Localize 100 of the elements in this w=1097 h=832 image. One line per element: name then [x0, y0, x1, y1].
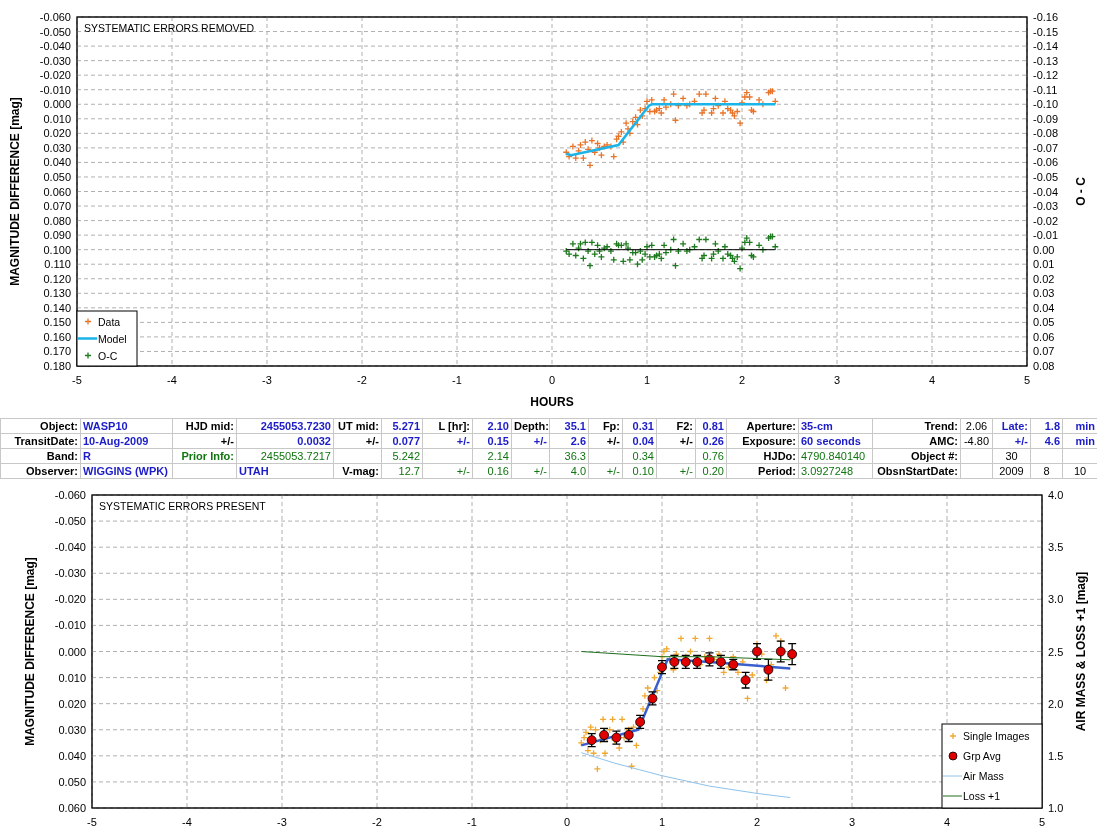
table-cell: WASP10	[80, 418, 173, 434]
axis-tick-label: 0.020	[43, 127, 71, 140]
axis-tick-label: -5	[72, 374, 82, 386]
chart-title: SYSTEMATIC ERRORS PRESENT	[99, 500, 266, 512]
table-cell: 0.15	[472, 433, 512, 449]
axis-tick-label: -0.020	[39, 69, 71, 82]
axis-tick-label: 5	[1038, 816, 1046, 828]
axis-tick-label: -0.06	[1033, 156, 1059, 169]
table-cell: +/-	[333, 433, 382, 449]
axis-tick-label: 1.0	[1048, 802, 1064, 814]
axis-tick-label: 0.050	[58, 775, 86, 788]
table-cell: 5.271	[381, 418, 423, 434]
table-cell: 0.20	[695, 463, 727, 479]
axis-tick-label: -0.08	[1033, 127, 1059, 140]
axis-tick-label: 0.00	[1033, 243, 1055, 256]
axis-tick-label: -1	[467, 816, 477, 828]
table-cell: ObsnStartDate:	[872, 463, 961, 479]
table-cell: +/-	[992, 433, 1031, 449]
axis-tick-label: -0.020	[54, 593, 86, 606]
table-cell: 0.34	[622, 448, 657, 464]
axis-tick-label: -0.02	[1033, 214, 1059, 227]
axis-tick-label: -0.030	[54, 567, 86, 580]
table-cell: 5.242	[381, 448, 423, 464]
axis-tick-label: -0.030	[39, 54, 71, 67]
table-cell: UTAH	[236, 463, 334, 479]
axis-tick-label: -0.15	[1033, 25, 1059, 38]
axis-tick-label: 3	[848, 816, 856, 828]
table-cell: 10-Aug-2009	[80, 433, 173, 449]
axis-tick-label: 0.000	[58, 645, 86, 658]
axis-tick-label: 0.110	[44, 258, 71, 271]
table-cell: 35-cm	[798, 418, 873, 434]
axis-tick-label: 0.01	[1033, 258, 1055, 271]
table-cell: 30	[992, 448, 1031, 464]
axis-tick-label: -0.050	[54, 515, 86, 528]
table-cell: AMC:	[872, 433, 961, 449]
table-cell: 0.81	[695, 418, 727, 434]
axis-tick-label: 1	[658, 816, 666, 828]
table-cell: 0.077	[381, 433, 423, 449]
axis-tick-label: -2	[372, 816, 382, 828]
axis-tick-label: 0.140	[43, 301, 71, 314]
table-cell: Aperture:	[726, 418, 799, 434]
table-cell: 1.8	[1030, 418, 1063, 434]
axis-tick-label: 3	[833, 374, 841, 386]
table-cell: 0.10	[622, 463, 657, 479]
table-cell: min	[1062, 418, 1097, 434]
axis-tick-label: -0.07	[1033, 141, 1059, 154]
table-cell: +/-	[656, 463, 696, 479]
axis-tick-label: 0.170	[43, 345, 71, 358]
axis-tick-label: 0.08	[1033, 360, 1055, 372]
table-cell: Observer:	[0, 463, 81, 479]
axis-tick-label: 1.5	[1048, 749, 1064, 762]
axis-tick-label: -0.04	[1033, 185, 1059, 198]
axis-tick-label: -0.03	[1033, 200, 1059, 213]
table-cell: Period:	[726, 463, 799, 479]
table-cell: Fp:	[588, 418, 623, 434]
axis-tick-label: 0.07	[1033, 345, 1055, 358]
table-cell: Exposure:	[726, 433, 799, 449]
table-cell: 12.7	[381, 463, 423, 479]
axis-tick-label: 2.0	[1048, 697, 1064, 710]
table-cell: +/-	[511, 433, 550, 449]
axis-tick-label: -0.10	[1033, 98, 1059, 111]
axis-title: MAGNITUDE DIFFERENCE [mag]	[23, 557, 37, 746]
axis-tick-label: -4	[182, 816, 192, 828]
axis-tick-label: 0.010	[58, 671, 86, 684]
axis-title: MAGNITUDE DIFFERENCE [mag]	[8, 97, 22, 286]
table-cell: 2.10	[472, 418, 512, 434]
table-cell: Trend:	[872, 418, 961, 434]
table-cell: +/-	[172, 433, 237, 449]
axis-tick-label: 0.040	[43, 156, 71, 169]
axis-tick-label: 0.020	[58, 697, 86, 710]
axis-tick-label: 0.050	[43, 170, 71, 183]
axis-tick-label: 2	[753, 816, 761, 828]
table-cell: Object:	[0, 418, 81, 434]
table-cell: 2.06	[960, 418, 993, 434]
axis-tick-label: 0	[563, 816, 571, 828]
axis-tick-label: 0.100	[43, 243, 71, 256]
table-cell: Band:	[0, 448, 81, 464]
table-cell: -4.80	[960, 433, 993, 449]
table-cell: 0.76	[695, 448, 727, 464]
table-cell: +/-	[656, 433, 696, 449]
axis-tick-label: -0.060	[39, 11, 71, 23]
legend-label: Model	[98, 332, 127, 345]
table-cell: 0.0032	[236, 433, 334, 449]
axis-tick-label: 0.120	[43, 272, 71, 285]
table-cell: Late:	[992, 418, 1031, 434]
axis-tick-label: 0.180	[43, 360, 71, 372]
axis-tick-label: 0.060	[58, 802, 86, 814]
legend-label: Air Mass	[963, 770, 1004, 782]
axis-tick-label: 0.060	[43, 185, 71, 198]
axis-title: O - C	[1074, 177, 1088, 206]
table-cell: +/-	[588, 463, 623, 479]
table-cell: +/-	[422, 433, 473, 449]
axis-title: AIR MASS & LOSS +1 [mag]	[1074, 571, 1088, 732]
legend-label: Single Images	[963, 730, 1030, 742]
table-cell: 0.31	[622, 418, 657, 434]
axis-tick-label: 4	[943, 816, 951, 828]
table-cell: 2455053.7230	[236, 418, 334, 434]
axis-tick-label: -3	[277, 816, 287, 828]
table-cell: V-mag:	[333, 463, 382, 479]
axis-tick-label: 0.160	[43, 330, 71, 343]
